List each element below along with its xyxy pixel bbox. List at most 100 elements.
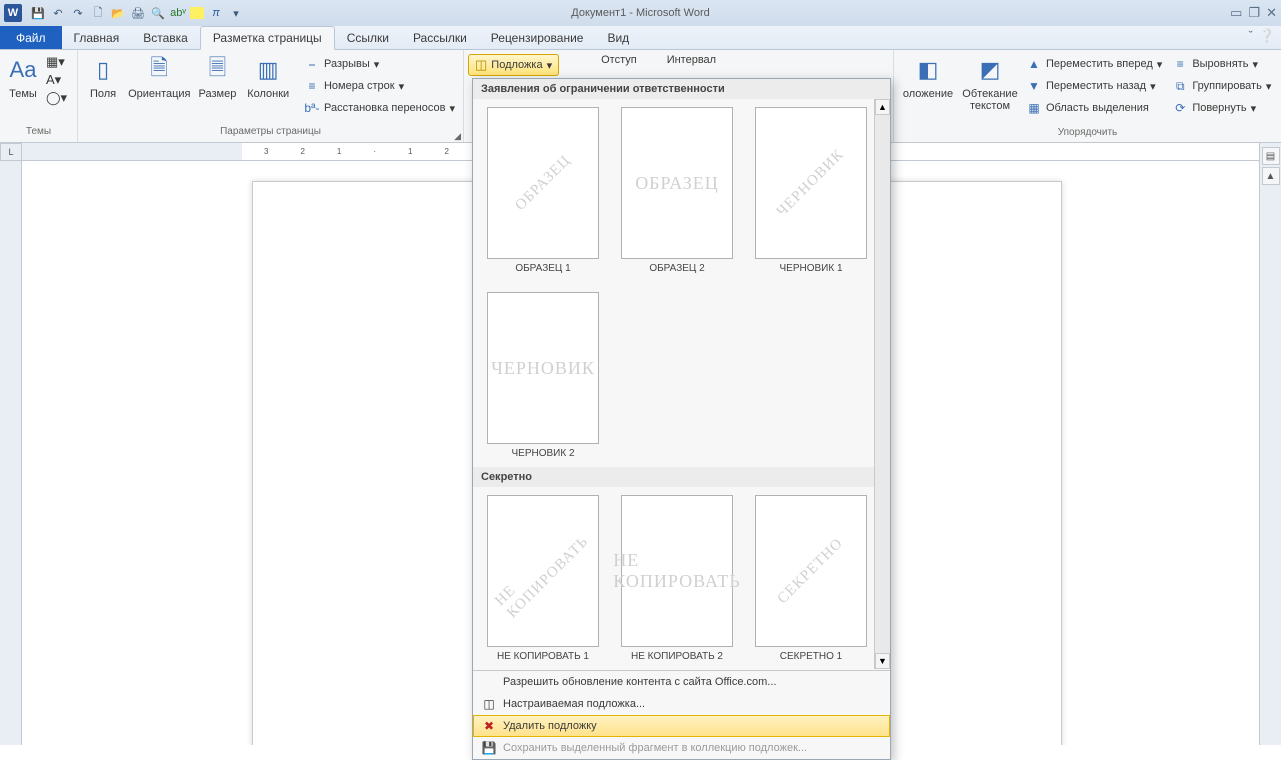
scroll-up-arrow-icon[interactable]: ▲ [875,99,890,115]
watermark-button[interactable]: ◫ Подложка ▾ [468,54,559,76]
gallery-remove-label: Удалить подложку [503,720,597,732]
hyphenation-label: Расстановка переносов [324,102,445,114]
qat-more-icon[interactable]: ▾ [228,5,244,21]
close-icon[interactable]: ✕ [1266,5,1277,21]
watermark-option[interactable]: ОБРАЗЕЦОБРАЗЕЦ 1 [485,107,601,274]
watermark-caption: СЕКРЕТНО 1 [780,651,843,662]
themes-icon: Aa [7,54,39,86]
page-setup-dialog-icon[interactable]: ◢ [454,131,461,142]
minimize-icon[interactable]: ▭ [1230,5,1242,21]
align-label: Выровнять [1192,58,1248,70]
watermark-option[interactable]: СЕКРЕТНО СЕКРЕТНО 1 [753,495,869,662]
tab-file[interactable]: Файл [0,26,62,49]
equation-icon[interactable]: π [208,5,224,21]
spelling-icon[interactable]: abᵛ [170,5,186,21]
group-icon: ⧉ [1172,78,1188,94]
minimize-ribbon-icon[interactable]: ˇ [1248,28,1252,44]
gallery-office-update[interactable]: Разрешить обновление контента с сайта Of… [473,671,890,693]
watermark-option[interactable]: ЧЕРНОВИКЧЕРНОВИК 2 [485,292,601,459]
preview-icon[interactable]: 🔍 [150,5,166,21]
remove-watermark-icon: ✖ [481,719,497,733]
gallery-custom-watermark[interactable]: ◫Настраиваемая подложка... [473,693,890,715]
tab-mailings[interactable]: Рассылки [401,26,479,49]
ribbon-tabs: Файл Главная Вставка Разметка страницы С… [0,26,1281,50]
line-numbers-label: Номера строк [324,80,395,92]
columns-button[interactable]: ▥ Колонки [244,54,292,100]
redo-icon[interactable]: ↷ [70,5,86,21]
watermark-option[interactable]: ЧЕРНОВИКЧЕРНОВИК 1 [753,107,869,274]
breaks-icon: ⎯ [304,56,320,72]
watermark-option[interactable]: ОБРАЗЕЦОБРАЗЕЦ 2 [619,107,735,274]
theme-colors-icon[interactable]: ▦▾ [46,54,67,70]
watermark-option[interactable]: НЕ КОПИРОВАТЬНЕ КОПИРОВАТЬ 2 [619,495,735,662]
watermark-preview-text: НЕ КОПИРОВАТЬ [492,520,594,622]
tab-references[interactable]: Ссылки [335,26,401,49]
watermark-caption: НЕ КОПИРОВАТЬ 1 [497,651,589,662]
new-doc-icon[interactable]: 🗋 [90,5,106,21]
align-button[interactable]: ≡Выровнять ▾ [1170,54,1273,74]
gallery-office-label: Разрешить обновление контента с сайта Of… [503,676,776,688]
tab-review[interactable]: Рецензирование [479,26,596,49]
watermark-caption: ЧЕРНОВИК 1 [779,263,842,274]
groupbtn-label: Группировать [1192,80,1262,92]
restore-icon[interactable]: ❐ [1248,5,1260,21]
send-backward-button[interactable]: ▼Переместить назад ▾ [1024,76,1164,96]
print-icon[interactable]: 🖨 [130,5,146,21]
save-selection-icon: 💾 [481,741,497,755]
breaks-label: Разрывы [324,58,370,70]
forward-icon: ▲ [1026,56,1042,72]
hyphenation-button[interactable]: bª‑Расстановка переносов ▾ [302,98,457,118]
spacing-label: Интервал [667,54,716,66]
watermark-preview-text: НЕ КОПИРОВАТЬ [613,550,740,592]
window-controls: ▭ ❐ ✕ [1230,5,1277,21]
margins-button[interactable]: ▯ Поля [84,54,122,100]
ruler-toggle-icon[interactable]: ▤ [1262,147,1280,165]
vertical-ruler[interactable] [0,161,22,745]
save-icon[interactable]: 💾 [30,5,46,21]
watermark-option[interactable]: НЕ КОПИРОВАТЬ НЕ КОПИРОВАТЬ 1 [485,495,601,662]
scroll-down-arrow-icon[interactable]: ▼ [875,653,890,669]
backward-label: Переместить назад [1046,80,1146,92]
size-button[interactable]: 🗏 Размер [197,54,239,100]
theme-fonts-icon[interactable]: A▾ [46,72,67,88]
quick-access-toolbar: 💾 ↶ ↷ 🗋 📂 🖨 🔍 abᵛ π ▾ [30,5,244,21]
group-button[interactable]: ⧉Группировать ▾ [1170,76,1273,96]
right-scroll-panel: ▤ ▲ [1259,143,1281,745]
breaks-button[interactable]: ⎯Разрывы ▾ [302,54,457,74]
margins-label: Поля [90,88,116,100]
gallery-remove-watermark[interactable]: ✖ Удалить подложку [473,715,890,737]
word-app-icon: W [4,4,22,22]
rotate-button[interactable]: ⟳Повернуть ▾ [1170,98,1273,118]
columns-icon: ▥ [252,54,284,86]
hyphenation-icon: bª‑ [304,100,320,116]
gallery-category-2: Секретно [473,467,890,487]
watermark-caption: ОБРАЗЕЦ 1 [515,263,570,274]
themes-button[interactable]: Aa Темы [6,54,40,100]
group-arrange: Упорядочить [894,127,1281,143]
ruler-corner[interactable]: L [0,143,22,161]
margins-icon: ▯ [87,54,119,86]
selection-icon: ▦ [1026,100,1042,116]
scroll-up-icon[interactable]: ▲ [1262,167,1280,185]
selection-label: Область выделения [1046,102,1149,114]
tab-page-layout[interactable]: Разметка страницы [200,26,335,50]
orientation-button[interactable]: 🗎 Ориентация [128,54,190,100]
help-icon[interactable]: ❔ [1259,28,1275,44]
watermark-preview-text: СЕКРЕТНО [775,535,847,607]
tab-view[interactable]: Вид [595,26,641,49]
line-numbers-button[interactable]: ≡Номера строк ▾ [302,76,457,96]
gallery-scrollbar[interactable]: ▲ ▼ [874,99,890,669]
tab-insert[interactable]: Вставка [131,26,200,49]
selection-pane-button[interactable]: ▦ Область выделения [1024,98,1164,118]
open-icon[interactable]: 📂 [110,5,126,21]
bring-forward-button[interactable]: ▲Переместить вперед ▾ [1024,54,1164,74]
watermark-caption: ОБРАЗЕЦ 2 [649,263,704,274]
gallery-footer: Разрешить обновление контента с сайта Of… [473,670,890,759]
highlight-icon[interactable] [190,7,204,19]
tab-home[interactable]: Главная [62,26,132,49]
position-button[interactable]: ◧ оложение [900,54,956,100]
undo-icon[interactable]: ↶ [50,5,66,21]
theme-effects-icon[interactable]: ◯▾ [46,90,67,106]
wrap-button[interactable]: ◩ Обтекание текстом [962,54,1018,112]
orientation-icon: 🗎 [143,54,175,86]
